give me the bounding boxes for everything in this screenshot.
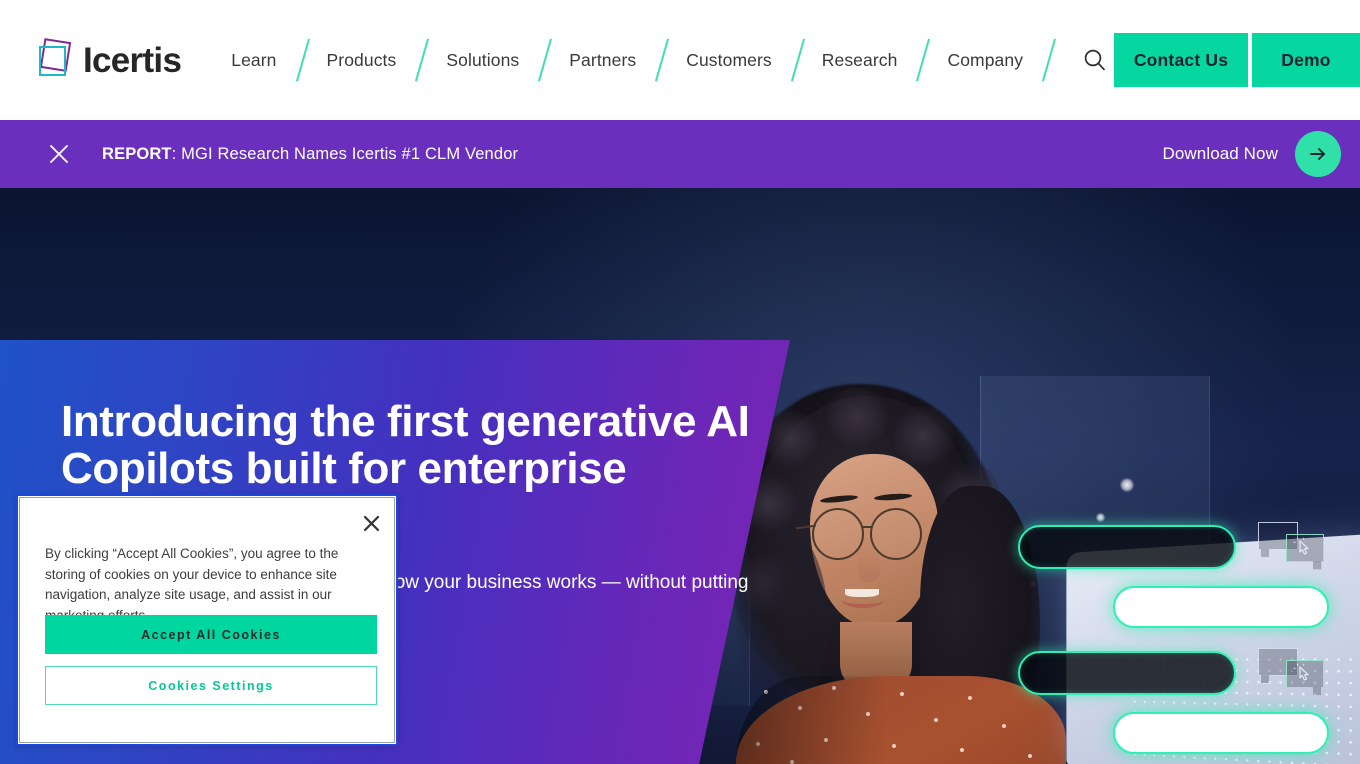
cookie-consent-dialog: By clicking “Accept All Cookies”, you ag… bbox=[16, 494, 398, 746]
main-navigation: Learn Products Solutions Partners Custom… bbox=[219, 30, 1117, 90]
promo-body: : MGI Research Names Icertis #1 CLM Vend… bbox=[171, 144, 519, 163]
arrow-right-icon bbox=[1310, 148, 1325, 160]
search-button[interactable] bbox=[1073, 38, 1117, 82]
bokeh-dot bbox=[1120, 478, 1134, 492]
promo-message: REPORT: MGI Research Names Icertis #1 CL… bbox=[102, 145, 518, 164]
nav-separator bbox=[531, 38, 557, 82]
cookies-settings-button[interactable]: Cookies Settings bbox=[45, 666, 377, 705]
cursor-click-icon bbox=[1293, 537, 1309, 555]
cursor-click-icon bbox=[1293, 663, 1309, 681]
cookie-close-button[interactable] bbox=[359, 511, 383, 535]
promo-arrow-button[interactable] bbox=[1295, 131, 1341, 177]
accept-all-cookies-button[interactable]: Accept All Cookies bbox=[45, 615, 377, 654]
nav-separator bbox=[648, 38, 674, 82]
nav-separator bbox=[909, 38, 935, 82]
logo-wordmark: Icertis bbox=[83, 40, 182, 80]
nav-item-research[interactable]: Research bbox=[810, 50, 910, 71]
nav-item-products[interactable]: Products bbox=[315, 50, 409, 71]
nav-item-learn[interactable]: Learn bbox=[219, 50, 288, 71]
cookie-dialog-inner: By clicking “Accept All Cookies”, you ag… bbox=[19, 497, 395, 743]
nav-item-solutions[interactable]: Solutions bbox=[434, 50, 531, 71]
chat-bubble-dark bbox=[1018, 651, 1236, 695]
promo-label: REPORT bbox=[102, 144, 172, 163]
download-now-link[interactable]: Download Now bbox=[1162, 144, 1278, 164]
nav-item-company[interactable]: Company bbox=[935, 50, 1035, 71]
nav-separator bbox=[408, 38, 434, 82]
nav-separator bbox=[784, 38, 810, 82]
site-logo[interactable]: Icertis bbox=[34, 30, 182, 90]
close-icon bbox=[50, 145, 68, 163]
promo-close-button[interactable] bbox=[46, 141, 72, 167]
chat-click-icon bbox=[1258, 648, 1328, 696]
nav-separator bbox=[289, 38, 315, 82]
nav-separator bbox=[1035, 38, 1061, 82]
demo-button[interactable]: Demo bbox=[1252, 33, 1360, 87]
search-icon bbox=[1084, 49, 1105, 71]
icertis-logo-icon bbox=[34, 38, 74, 81]
chat-bubble-dark bbox=[1018, 525, 1236, 569]
close-icon bbox=[363, 515, 379, 531]
promo-cta-group: Download Now bbox=[1162, 131, 1341, 177]
nav-item-customers[interactable]: Customers bbox=[674, 50, 784, 71]
contact-us-button[interactable]: Contact Us bbox=[1114, 33, 1248, 87]
header-actions: Contact Us Demo bbox=[1114, 33, 1360, 87]
chat-bubble-light bbox=[1113, 586, 1329, 628]
nav-item-partners[interactable]: Partners bbox=[557, 50, 648, 71]
chat-bubble-light bbox=[1113, 712, 1329, 754]
site-header: Icertis Learn Products Solutions Partner… bbox=[0, 0, 1360, 120]
chat-click-icon bbox=[1258, 522, 1328, 570]
cookie-description: By clicking “Accept All Cookies”, you ag… bbox=[45, 546, 339, 623]
promo-banner: REPORT: MGI Research Names Icertis #1 CL… bbox=[0, 120, 1360, 188]
